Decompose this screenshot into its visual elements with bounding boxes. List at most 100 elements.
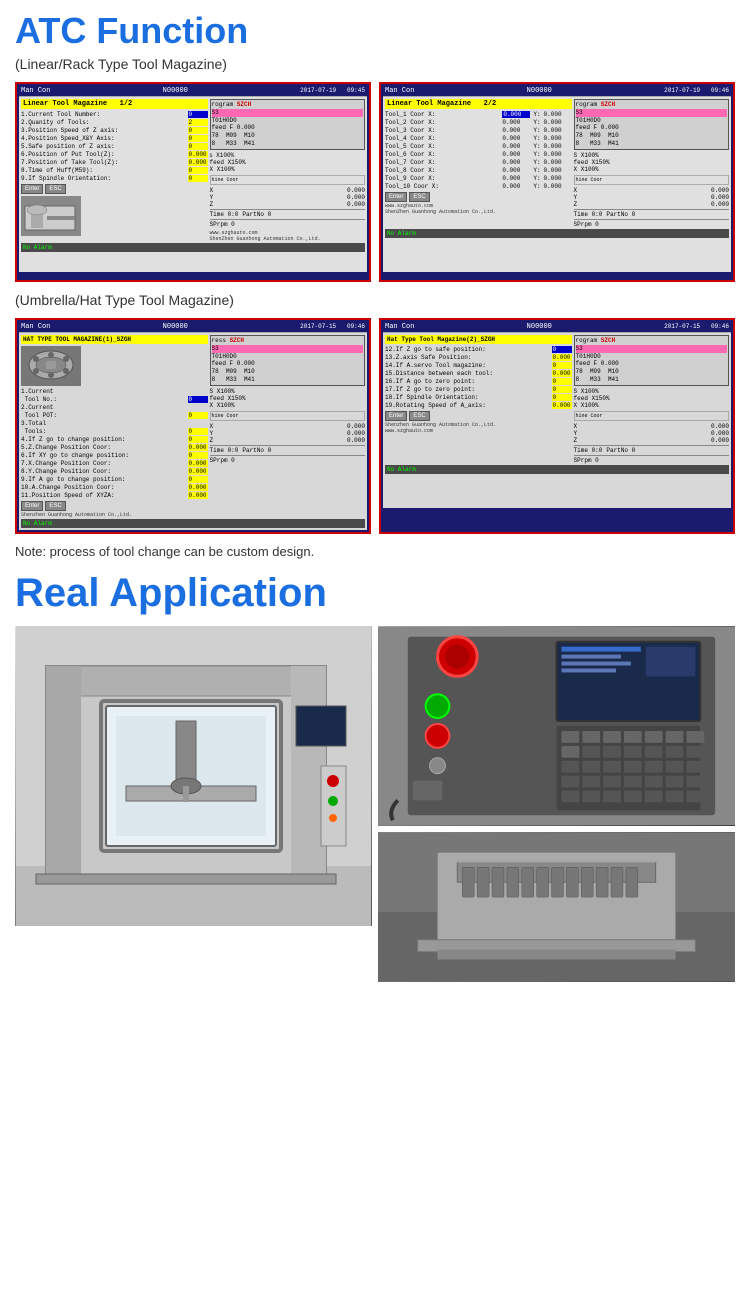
umb2-field-12: 12.If Z go to safe position: 0 (385, 346, 572, 353)
photos-grid (15, 626, 735, 982)
screen4-alarm: No Alarm (385, 465, 729, 474)
screen2-content: Linear Tool Magazine 2/2 Tool_1 Coor X: … (385, 99, 729, 228)
field-3: 3.Position Speed of Z axis: 0 (21, 127, 208, 134)
field-5: 5.Safe position of Z axis: 0 (21, 143, 208, 150)
screen2-company: ShenZhen Guanhong Automation Co.,Ltd. (385, 209, 572, 215)
umb2-field-19: 19.Rotating Speed of A_axis: 0.000 (385, 402, 572, 409)
screen3-right: ress SZCH S3 T01H0D0 feed F 0.000 78 M09… (210, 335, 365, 518)
screen1-inner: Linear Tool Magazine 1/2 1.Current Tool … (19, 97, 367, 272)
cnc-machine-photo (15, 626, 372, 926)
screen1-alarm: No Alarm (21, 243, 365, 252)
screen2-mag-label: Linear Tool Magazine 2/2 (385, 99, 572, 109)
field-2: 2.Quanity of Tools: 2 (21, 119, 208, 126)
umb1-field-7: 7.X.Change Position Coor: 0.000 (21, 460, 208, 467)
screen4-mag-label: Hat Type Tool Magazine(2)_SZGH (385, 335, 572, 344)
screen1-header: Man Con N00000 2017-07-19 09:45 (19, 86, 367, 97)
screen2-left: Linear Tool Magazine 2/2 Tool_1 Coor X: … (385, 99, 572, 228)
screen1-mode: Man Con (21, 87, 50, 95)
prog-feed: feed F 0.000 (212, 124, 363, 132)
umb1-field-9: 9.If A go to change position: 0 (21, 476, 208, 483)
screen3-left: HAT TYPE TOOL MAGAZINE(1)_SZGH (21, 335, 208, 518)
screen1-prognum: N00000 (163, 87, 188, 95)
tool-8-row: Tool_8 Coor X: 0.000 Y: 0.000 (385, 167, 572, 174)
screen4-coords: X0.000 Y0.000 Z0.000 (574, 423, 729, 444)
screen1-status: Time 0:0 PartNo 0 (210, 209, 365, 218)
screen3-btns: Enter ESC (21, 501, 208, 511)
prog-m33: 8 M33 M41 (212, 140, 363, 148)
note-text: Note: process of tool change can be cust… (15, 544, 735, 559)
screen2-prognum: N00000 (527, 87, 552, 95)
screen4-inner: Hat Type Tool Magazine(2)_SZGH 12.If Z g… (383, 333, 731, 508)
screen2-enter-btn[interactable]: Enter (385, 192, 407, 202)
screen3-inner: HAT TYPE TOOL MAGAZINE(1)_SZGH (19, 333, 367, 530)
umb2-field-14: 14.If A.servo Tool magazine: 0 (385, 362, 572, 369)
umb2-field-17: 17.If Z go to zero point: 0 (385, 386, 572, 393)
screen3-machine-img (21, 346, 81, 386)
screen4-right: rogram SZCH S3 T01H0D0 feed F 0.000 78 M… (574, 335, 729, 464)
field-8: 8.Time of Huff(M59): 0 (21, 167, 208, 174)
umb2-field-13: 13.Z.axis Safe Position: 0.000 (385, 354, 572, 361)
field-1: 1.Current Tool Number: 0 (21, 111, 208, 118)
umb1-field-1: 1.Current (21, 388, 208, 395)
screen3-enter-btn[interactable]: Enter (21, 501, 43, 511)
prog-s3: S3 (212, 109, 363, 117)
screen1-enter-btn[interactable]: Enter (21, 184, 43, 194)
screen1-spindle-block: S X100% feed X150% X X100% (210, 152, 365, 173)
umb2-field-16: 16.If A go to zero point: 0 (385, 378, 572, 385)
screen1-esc-btn[interactable]: ESC (45, 184, 65, 194)
screen3-content: HAT TYPE TOOL MAGAZINE(1)_SZGH (21, 335, 365, 518)
field-9: 9.If Spindle Orientation: 0 (21, 175, 208, 182)
umb1-field-1b: Tool No.: 0 (21, 396, 208, 403)
screen2-alarm: No Alarm (385, 229, 729, 238)
screen3-sprpm: SPrpm 0 (210, 455, 365, 464)
umb2-field-18: 18.If Spindle Orientation: 0 (385, 394, 572, 401)
screen2-right: rogram SZCH S3 T01H0D0 feed F 0.000 78 M… (574, 99, 729, 228)
screen2-esc-btn[interactable]: ESC (409, 192, 429, 202)
screen4-machine-coor: hine Coor (574, 411, 729, 421)
umb1-field-2: 2.Current (21, 404, 208, 411)
screen4-spindle-block: S X100% feed X150% X X100% (574, 388, 729, 409)
screen2-coords: X0.000 Y0.000 Z0.000 (574, 187, 729, 208)
tool-7-row: Tool_7 Coor X: 0.000 Y: 0.000 (385, 159, 572, 166)
screen3-esc-btn[interactable]: ESC (45, 501, 65, 511)
screen4-website: www.szghauto.com (385, 428, 572, 434)
linear-screen-1: Man Con N00000 2017-07-19 09:45 Linear T… (15, 82, 371, 282)
umb1-field-4: 4.If Z go to change position: 0 (21, 436, 208, 443)
umb1-field-11: 11.Position Speed of XYZA: 0.000 (21, 492, 208, 499)
tool-2-row: Tool_2 Coor X: 0.000 Y: 0.000 (385, 119, 572, 126)
screen3-spindle-block: S X100% feed X150% X X100% (210, 388, 365, 409)
umb2-field-15: 15.Distance between each tool: 0.000 (385, 370, 572, 377)
screen1-machine-img (21, 196, 81, 236)
umb1-field-8: 8.Y.Change Position Coor: 0.000 (21, 468, 208, 475)
control-panel-photo (378, 626, 735, 826)
screen2-header: Man Con N00000 2017-07-19 09:46 (383, 86, 731, 97)
screen2-machine-coor: hine Coor (574, 175, 729, 185)
screen1-sprpm: SPrpm 0 (210, 219, 365, 228)
screen2-inner: Linear Tool Magazine 2/2 Tool_1 Coor X: … (383, 97, 731, 272)
screen4-header: Man Con N00000 2017-07-15 09:46 (383, 322, 731, 333)
linear-screens-row: Man Con N00000 2017-07-19 09:45 Linear T… (15, 82, 735, 282)
screen4-enter-btn[interactable]: Enter (385, 411, 407, 421)
screen1-mag-label: Linear Tool Magazine 1/2 (21, 99, 208, 109)
screen2-sprpm: SPrpm 0 (574, 219, 729, 228)
screen1-content: Linear Tool Magazine 1/2 1.Current Tool … (21, 99, 365, 242)
screen4-left: Hat Type Tool Magazine(2)_SZGH 12.If Z g… (385, 335, 572, 464)
screen4-esc-btn[interactable]: ESC (409, 411, 429, 421)
screen1-right: rogram SZCH S3 T01H0D0 feed F 0.000 78 M… (210, 99, 365, 242)
screen2-datetime: 2017-07-19 09:46 (664, 87, 729, 95)
field-4: 4.Position Speed_X&Y Axis: 0 (21, 135, 208, 142)
umb1-field-10: 10.A.Change Position Coor: 0.000 (21, 484, 208, 491)
screen2-status: Time 0:0 PartNo 0 (574, 209, 729, 218)
tool-photo-svg (378, 832, 735, 982)
screen3-alarm: No Alarm (21, 519, 365, 528)
tool-3-row: Tool_3 Coor X: 0.000 Y: 0.000 (385, 127, 572, 134)
screen3-prog-panel: ress SZCH S3 T01H0D0 feed F 0.000 78 M09… (210, 335, 365, 386)
screen3-coords: X0.000 Y0.000 Z0.000 (210, 423, 365, 444)
screen3-status: Time 0:0 PartNo 0 (210, 445, 365, 454)
umb1-field-2b: Tool POT: 0 (21, 412, 208, 419)
umb1-field-3b: Tools: 0 (21, 428, 208, 435)
field-7: 7.Position of Take Tool(Z): 0.000 (21, 159, 208, 166)
screen1-prog-panel: rogram SZCH S3 T01H0D0 feed F 0.000 78 M… (210, 99, 365, 150)
screen4-prog-panel: rogram SZCH S3 T01H0D0 feed F 0.000 78 M… (574, 335, 729, 386)
screen4-status: Time 0:0 PartNo 0 (574, 445, 729, 454)
